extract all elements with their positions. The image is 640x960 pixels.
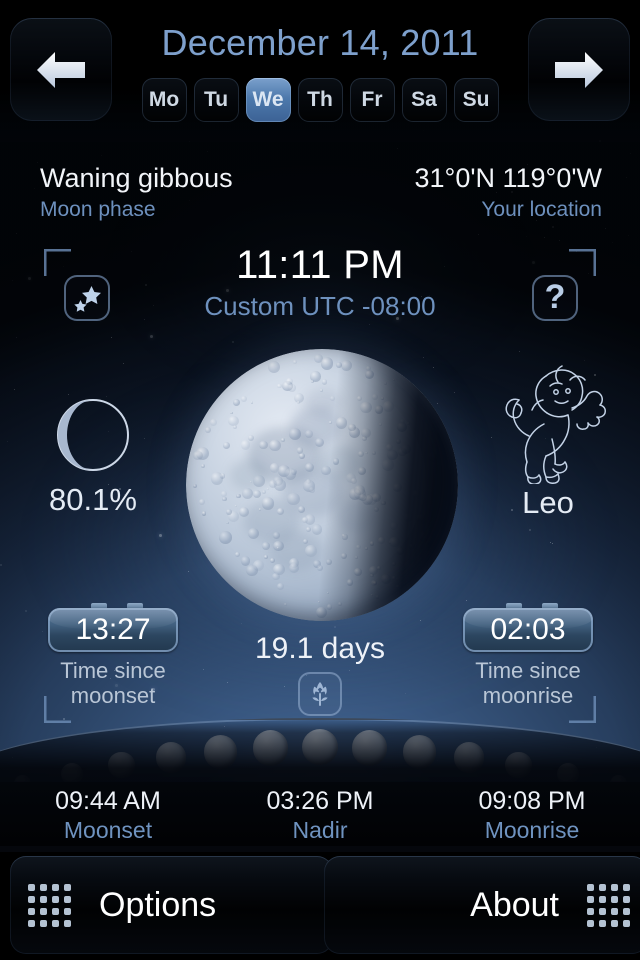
moon-image[interactable] xyxy=(186,349,458,621)
location-label: Your location xyxy=(481,198,602,221)
weekday-selector[interactable]: Mo Tu We Th Fr Sa Su xyxy=(0,78,640,122)
footer-bar: Options About xyxy=(0,852,640,960)
grid-dot xyxy=(623,883,630,891)
grid-dot xyxy=(52,907,59,915)
event-moonset-time: 09:44 AM xyxy=(55,787,161,815)
grid-dot xyxy=(599,883,606,891)
event-moonset-label: Moonset xyxy=(63,817,153,843)
grid-dot xyxy=(587,895,594,903)
weekday-chip-su[interactable]: Su xyxy=(453,78,499,122)
stars-icon xyxy=(74,286,101,312)
options-button-label: Options xyxy=(99,885,217,924)
help-button[interactable]: ? xyxy=(532,275,578,321)
event-moonset: 09:44 AM Moonset xyxy=(8,786,208,844)
grid-dot xyxy=(40,907,47,915)
moon-app: December 14, 2011 Mo Tu We Th Fr Sa Su Waning … xyxy=(0,0,640,960)
question-mark-icon: ? xyxy=(544,278,566,316)
grid-dot xyxy=(587,919,594,927)
grid-dot xyxy=(64,907,71,915)
grid-dot xyxy=(623,907,630,915)
moonset-timer-caption-2: moonset xyxy=(70,683,156,708)
grid-dot xyxy=(40,883,47,891)
phase-disc-icon xyxy=(57,399,129,471)
moonrise-timer-value: 02:03 xyxy=(490,613,566,646)
moon-limb-shading xyxy=(186,349,458,621)
moon-phase-label: Moon phase xyxy=(40,198,156,221)
event-times-row: 09:44 AM Moonset 03:26 PM Nadir 09:08 PM… xyxy=(0,782,640,846)
grid-dot xyxy=(40,895,47,903)
grid-dots-icon xyxy=(28,883,71,927)
flower-icon xyxy=(312,682,328,706)
grid-dot xyxy=(64,895,71,903)
page-title: December 14, 2011 xyxy=(161,22,479,63)
horizon-line xyxy=(0,718,640,792)
grid-dot xyxy=(623,919,630,927)
grid-dot xyxy=(28,895,35,903)
grid-dot xyxy=(64,919,71,927)
location-block[interactable]: 31°0'N 119°0'W Your location xyxy=(415,162,603,223)
grid-dot xyxy=(623,895,630,903)
grid-dots-icon xyxy=(587,883,630,927)
weekday-chip-th[interactable]: Th xyxy=(297,78,343,122)
illumination-value: 80.1% xyxy=(49,482,137,517)
moon-phase-block: Waning gibbous Moon phase xyxy=(40,162,233,223)
moon-phase-value: Waning gibbous xyxy=(40,163,233,193)
weekday-chip-we[interactable]: We xyxy=(245,78,291,122)
viewport-bracket-top-left xyxy=(44,249,71,276)
grid-dot xyxy=(52,919,59,927)
grid-dot xyxy=(28,907,35,915)
grid-dot xyxy=(611,883,618,891)
grid-dot xyxy=(611,919,618,927)
grid-dot xyxy=(52,895,59,903)
grid-dot xyxy=(587,883,594,891)
grid-dot xyxy=(64,883,71,891)
event-nadir-time: 03:26 PM xyxy=(266,787,374,815)
grid-dot xyxy=(28,883,35,891)
event-moonrise: 09:08 PM Moonrise xyxy=(432,786,632,844)
moonset-timer-value: 13:27 xyxy=(75,613,151,646)
grid-dot xyxy=(40,919,47,927)
moon-trajectory-strip xyxy=(0,712,640,792)
event-moonrise-label: Moonrise xyxy=(484,817,580,843)
event-nadir-label: Nadir xyxy=(292,817,348,843)
moonrise-timer-caption-2: moonrise xyxy=(482,683,574,708)
grid-dot xyxy=(599,907,606,915)
grid-dot xyxy=(587,907,594,915)
season-button[interactable] xyxy=(298,672,342,716)
weekday-chip-tu[interactable]: Tu xyxy=(193,78,239,122)
grid-dot xyxy=(611,907,618,915)
zodiac-value: Leo xyxy=(522,485,574,520)
event-moonrise-time: 09:08 PM xyxy=(478,787,586,815)
event-nadir: 03:26 PM Nadir xyxy=(220,786,420,844)
location-value: 31°0'N 119°0'W xyxy=(414,163,603,193)
grid-dot xyxy=(28,919,35,927)
grid-dot xyxy=(611,895,618,903)
viewport-bracket-top-right xyxy=(569,249,596,276)
grid-dot xyxy=(599,919,606,927)
grid-dot xyxy=(52,883,59,891)
about-button[interactable]: About xyxy=(324,856,640,954)
weekday-chip-fr[interactable]: Fr xyxy=(349,78,395,122)
options-button[interactable]: Options xyxy=(10,856,333,954)
favorites-button[interactable] xyxy=(64,275,110,321)
weekday-chip-sa[interactable]: Sa xyxy=(401,78,447,122)
about-button-label: About xyxy=(470,885,559,924)
weekday-chip-mo[interactable]: Mo xyxy=(141,78,187,122)
info-row: Waning gibbous Moon phase 31°0'N 119°0'W… xyxy=(0,162,640,226)
grid-dot xyxy=(599,895,606,903)
zodiac-leo-icon xyxy=(505,365,606,484)
